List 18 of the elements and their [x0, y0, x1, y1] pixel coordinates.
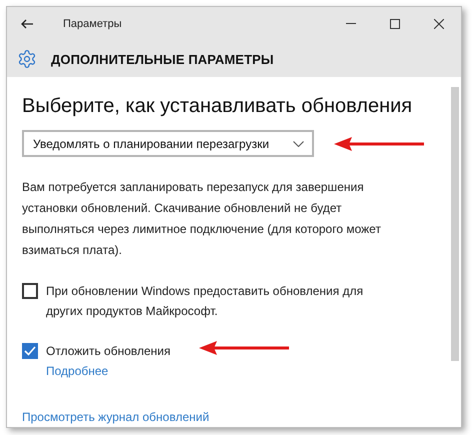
- close-icon: [434, 19, 444, 29]
- maximize-icon: [390, 19, 400, 29]
- window-title: Параметры: [63, 18, 123, 30]
- settings-icon: [17, 49, 37, 69]
- details-link[interactable]: Подробнее: [46, 361, 171, 381]
- scrollbar[interactable]: [451, 87, 459, 361]
- minimize-icon: [346, 23, 356, 25]
- chevron-icon: [293, 140, 304, 146]
- section-heading: Выберите, как устанавливать обновления: [22, 95, 414, 118]
- checkbox-label: Отложить обновления: [46, 343, 171, 360]
- description-text: Вам потребуется запланировать перезапуск для завершения установки обновлений. Скачивание обновлений не будет выполняться через лимитное подключение (для которого может взиматься плата).: [22, 179, 382, 259]
- checkbox[interactable]: [22, 283, 38, 299]
- update-history-link[interactable]: Просмотреть журнал обновлений: [22, 407, 451, 427]
- install-mode-dropdown[interactable]: Уведомлять о планировании перезагрузки: [22, 130, 314, 157]
- back-icon[interactable]: [21, 19, 33, 29]
- checkbox[interactable]: [22, 343, 38, 359]
- page-title: ДОПОЛНИТЕЛЬНЫЕ ПАРАМЕТРЫ: [51, 52, 274, 66]
- checkbox-label: При обновлении Windows предоставить обновления для других продуктов Майкрософт.: [46, 283, 364, 320]
